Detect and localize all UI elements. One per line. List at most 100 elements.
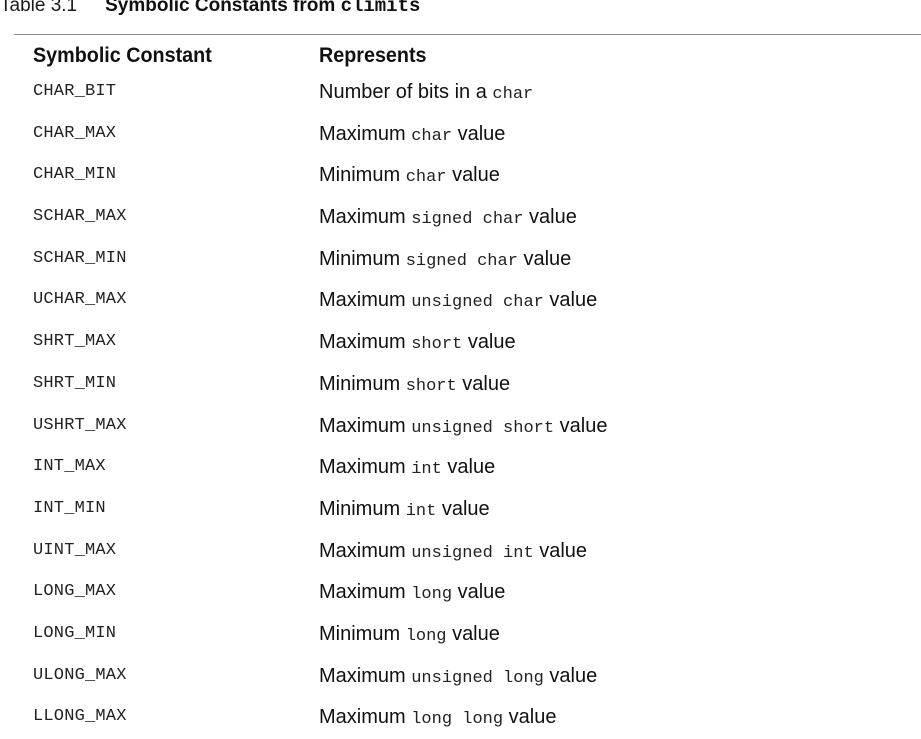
description-lead: Minimum [319,164,401,187]
description-tail: value [549,664,598,687]
description-code: long [405,626,447,646]
constant-name: UCHAR_MAX [33,290,127,310]
description-tail: value [441,497,490,520]
constant-description: Maximum unsigned int value [319,533,587,572]
constant-description: Maximum signed char value [319,199,577,238]
description-code: short [411,335,463,355]
table-number: Table 3.1 [0,0,78,16]
description-tail: value [539,539,588,562]
description-code: short [405,376,457,396]
table-row: ULONG_MAX Maximum unsigned long value [33,656,913,698]
constant-name: LLONG_MAX [33,707,127,727]
column-header-represents: Represents [319,44,427,67]
description-tail: value [452,164,500,187]
constant-name: SHRT_MIN [33,373,117,393]
table-row: SHRT_MAX Maximum short value [33,322,913,364]
description-lead: Maximum [319,664,406,687]
table-title-text: Symbolic Constants from [105,0,336,16]
description-lead: Number of bits in a [319,81,487,103]
description-tail: value [529,206,577,229]
table-body: CHAR_BIT Number of bits in a char CHAR_MAX… [33,72,913,739]
description-lead: Maximum [319,539,406,562]
description-code: long long [411,710,504,730]
constants-table: Symbolic Constant Represents CHAR_BIT Num… [33,40,913,739]
description-lead: Minimum [319,372,401,395]
description-code: unsigned short [411,418,555,438]
table-row: SCHAR_MIN Minimum signed char value [33,239,913,281]
description-tail: value [447,456,496,479]
description-code: int [405,501,437,521]
description-lead: Maximum [319,581,406,604]
constant-name: INT_MAX [33,457,106,477]
constant-name: UINT_MAX [33,540,117,560]
description-code: char [492,85,534,104]
description-code: signed char [411,210,524,230]
constant-name: SCHAR_MIN [33,248,127,268]
description-tail: value [549,289,598,312]
table-row: UINT_MAX Maximum unsigned int value [33,531,913,573]
description-lead: Maximum [319,206,406,229]
constant-name: ULONG_MAX [33,665,127,685]
description-lead: Minimum [319,497,401,520]
description-lead: Maximum [319,289,406,312]
table-row: INT_MIN Minimum int value [33,489,913,531]
constant-description: Maximum long value [319,574,505,613]
table-row: SCHAR_MAX Maximum signed char value [33,197,913,239]
constant-name: USHRT_MAX [33,415,127,435]
description-tail: value [508,706,557,729]
description-lead: Maximum [319,414,406,437]
constant-name: SHRT_MAX [33,332,117,352]
description-code: int [411,460,442,480]
constant-name: LONG_MAX [33,582,117,602]
table-row: SHRT_MIN Minimum short value [33,364,913,406]
description-lead: Maximum [319,706,406,729]
description-tail: value [457,581,506,604]
table-row: LONG_MIN Minimum long value [33,614,913,656]
description-tail: value [559,414,608,437]
description-lead: Maximum [319,456,406,479]
constant-description: Maximum char value [319,116,505,155]
table-row: CHAR_MAX Maximum char value [33,114,913,156]
description-code: long [411,585,453,605]
constant-description: Minimum short value [319,366,510,405]
constant-description: Minimum char value [319,157,500,196]
description-code: unsigned long [411,668,544,688]
constant-name: SCHAR_MAX [33,207,127,227]
table-title: Symbolic Constants from climits [105,0,421,17]
table-caption: Table 3.1 Symbolic Constants from climits [0,0,420,21]
table-title-code: climits [340,0,421,17]
description-code: char [411,126,453,146]
constant-description: Number of bits in a char [319,74,533,113]
constant-name: INT_MIN [33,498,106,518]
constant-description: Maximum long long value [319,699,556,738]
constant-description: Minimum signed char value [319,241,571,280]
constant-name: CHAR_BIT [33,82,117,101]
description-lead: Maximum [319,122,406,145]
constant-description: Minimum int value [319,491,490,530]
table-row: CHAR_MIN Minimum char value [33,155,913,197]
description-code: char [405,168,447,188]
table-row: CHAR_BIT Number of bits in a char [33,72,913,114]
constant-description: Maximum unsigned long value [319,658,597,697]
constant-description: Minimum long value [319,616,500,655]
description-tail: value [523,247,572,270]
constant-name: LONG_MIN [33,623,117,643]
description-code: unsigned char [411,293,544,313]
description-tail: value [452,622,500,645]
description-lead: Minimum [319,247,401,270]
table-row: USHRT_MAX Maximum unsigned short value [33,406,913,448]
description-tail: value [457,122,506,145]
description-tail: value [462,372,511,395]
table-row: UCHAR_MAX Maximum unsigned char value [33,280,913,322]
constant-description: Maximum unsigned char value [319,282,597,321]
description-code: unsigned int [411,543,534,563]
table-row: LLONG_MAX Maximum long long value [33,697,913,739]
table-row: INT_MAX Maximum int value [33,447,913,489]
constant-description: Maximum unsigned short value [319,408,607,447]
description-code: signed char [405,251,518,271]
table-row: LONG_MAX Maximum long value [33,572,913,614]
description-lead: Maximum [319,331,406,354]
constant-name: CHAR_MIN [33,165,117,185]
caption-rule [14,34,921,35]
column-header-symbolic-constant: Symbolic Constant [33,44,212,67]
